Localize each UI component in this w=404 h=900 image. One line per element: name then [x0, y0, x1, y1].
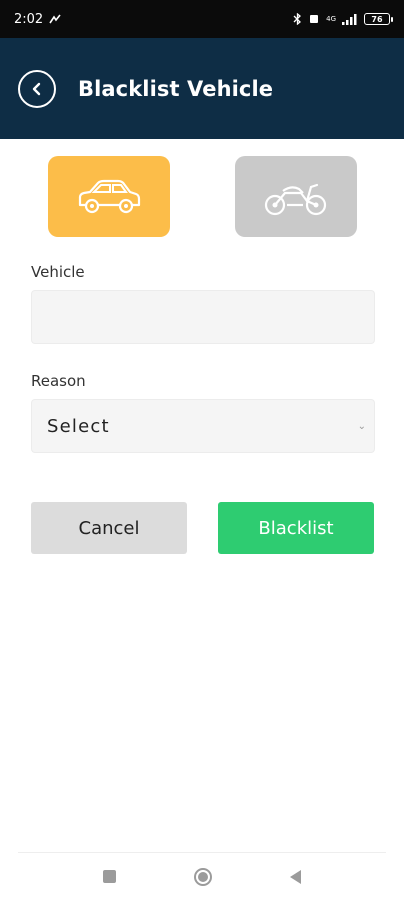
cancel-button[interactable]: Cancel: [31, 502, 187, 554]
notification-icon: [49, 14, 61, 24]
page-title: Blacklist Vehicle: [78, 76, 274, 101]
motorcycle-icon: [264, 183, 327, 215]
vehicle-type-car[interactable]: [48, 156, 170, 237]
vehicle-type-motorcycle[interactable]: [235, 156, 357, 237]
vehicle-input[interactable]: [31, 290, 375, 344]
network-type: 4G: [326, 15, 336, 23]
vibrate-icon: [310, 15, 319, 23]
back-button[interactable]: [18, 69, 56, 108]
blacklist-button[interactable]: Blacklist: [218, 502, 374, 554]
car-icon: [78, 179, 141, 213]
system-nav-bar: [0, 853, 404, 900]
reason-select-value: Select: [47, 415, 110, 437]
battery-icon: 76: [364, 13, 393, 25]
chevron-left-icon: [32, 82, 41, 95]
signal-icon: [342, 13, 357, 25]
app-bar: Blacklist Vehicle: [0, 38, 404, 139]
battery-level: 76: [371, 14, 383, 24]
back-triangle-icon[interactable]: [290, 869, 301, 884]
recents-square-icon[interactable]: [103, 870, 116, 883]
chevron-down-icon: ⌄: [357, 420, 366, 432]
reason-label: Reason: [31, 372, 86, 390]
bluetooth-icon: [293, 13, 302, 25]
status-bar: 2:02 4G 76: [0, 0, 404, 38]
reason-select[interactable]: Select ⌄: [31, 399, 375, 453]
status-right: 4G 76: [293, 13, 393, 25]
status-left: 2:02: [14, 12, 61, 27]
status-time: 2:02: [14, 11, 44, 27]
home-circle-icon[interactable]: [194, 867, 212, 886]
vehicle-label: Vehicle: [31, 263, 85, 281]
